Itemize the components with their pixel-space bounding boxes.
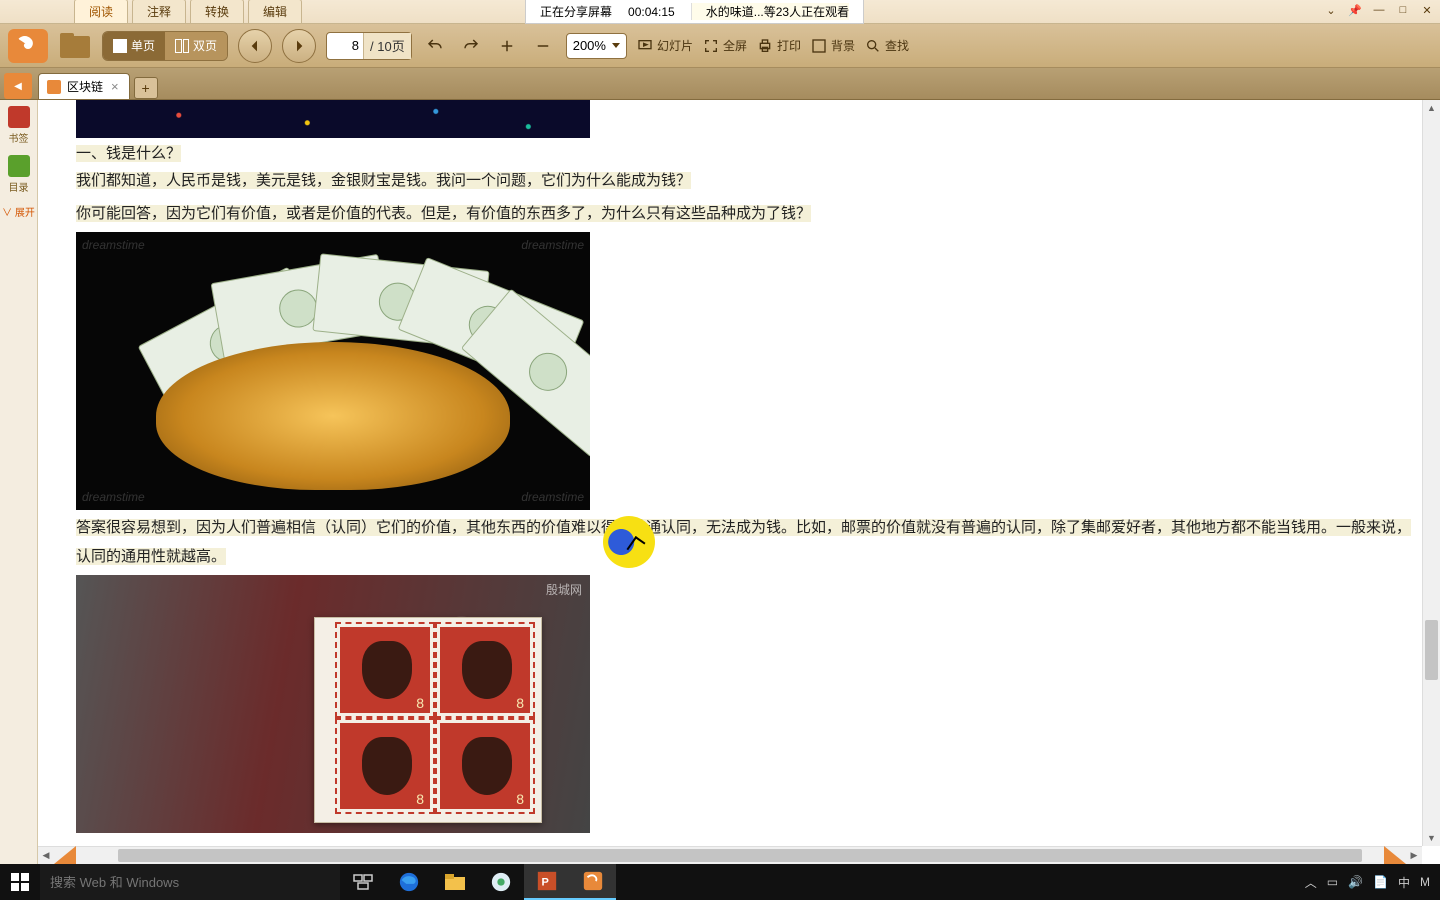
system-tray: ︿ ▭ 🔊 📄 中 M — [1295, 874, 1440, 891]
tray-chevron-icon[interactable]: ︿ — [1305, 874, 1317, 891]
zoom-select[interactable]: 200% — [566, 33, 627, 59]
document-viewport: 一、钱是什么？ 我们都知道，人民币是钱，美元是钱，金银财宝是钱。我问一个问题，它… — [38, 100, 1440, 864]
undo-icon[interactable] — [422, 33, 448, 59]
single-page-button[interactable]: 单页 — [103, 32, 165, 60]
toc-panel-button[interactable]: 目录 — [5, 155, 33, 194]
header-image — [76, 100, 590, 138]
new-tab-button[interactable]: + — [134, 77, 158, 99]
document-tab-bar: 区块链 × + — [0, 68, 1440, 100]
bookmark-icon — [8, 106, 30, 128]
taskbar-search-input[interactable] — [50, 875, 330, 890]
page-input[interactable] — [327, 38, 363, 53]
brand-icon[interactable]: M — [1420, 875, 1430, 889]
scroll-right-icon[interactable]: ▶ — [1406, 847, 1422, 864]
file-explorer-icon[interactable] — [432, 864, 478, 900]
horizontal-scrollbar[interactable]: ◀ ▶ — [38, 846, 1422, 864]
window-menu-icon[interactable]: ⌄ — [1322, 2, 1340, 18]
network-icon[interactable]: ▭ — [1327, 875, 1338, 889]
money-jewelry-image: dreamstime dreamstime dreamstime dreamst… — [76, 232, 590, 510]
scroll-left-icon[interactable]: ◀ — [38, 847, 54, 864]
menu-tab-read[interactable]: 阅读 — [74, 0, 128, 23]
pin-icon[interactable]: 📌 — [1346, 2, 1364, 18]
toc-icon — [8, 155, 30, 177]
bookmark-panel-button[interactable]: 书签 — [5, 106, 33, 145]
app-icon-1[interactable] — [478, 864, 524, 900]
close-tab-icon[interactable]: × — [109, 79, 121, 94]
document-tab-title: 区块链 — [67, 78, 103, 95]
view-mode-toggle: 单页 双页 — [102, 31, 228, 61]
open-file-icon[interactable] — [58, 32, 92, 60]
double-page-button[interactable]: 双页 — [165, 32, 227, 60]
start-button[interactable] — [0, 864, 40, 900]
share-status: 正在分享屏幕 — [540, 3, 612, 20]
svg-text:P: P — [542, 877, 549, 889]
page-number-box: / 10页 — [326, 32, 412, 60]
zoom-in-icon[interactable] — [494, 33, 520, 59]
prev-page-button[interactable] — [238, 29, 272, 63]
document-icon — [47, 80, 61, 94]
paragraph-2: 你可能回答，因为它们有价值，或者是价值的代表。但是，有价值的东西多了，为什么只有… — [76, 205, 811, 222]
stamp-image: 殷城网 — [76, 575, 590, 833]
share-timer: 00:04:15 — [628, 5, 675, 19]
collapse-sidebar-icon[interactable] — [4, 73, 32, 99]
image-watermark: 殷城网 — [546, 581, 582, 598]
powerpoint-icon[interactable]: P — [524, 864, 570, 900]
vertical-scrollbar[interactable]: ▲ ▼ — [1422, 100, 1440, 846]
page-content: 一、钱是什么？ 我们都知道，人民币是钱，美元是钱，金银财宝是钱。我问一个问题，它… — [38, 100, 1422, 833]
side-rail: 书签 目录 ∨ 展开 — [0, 100, 38, 864]
minimize-icon[interactable]: — — [1370, 2, 1388, 18]
ime-indicator[interactable]: 中 — [1398, 874, 1410, 891]
app-logo-icon[interactable] — [8, 29, 48, 63]
screen-share-banner: 正在分享屏幕 00:04:15 水的味道...等23人正在观看 — [525, 0, 864, 24]
menu-tab-edit[interactable]: 编辑 — [248, 0, 302, 23]
main-area: 书签 目录 ∨ 展开 一、钱是什么？ 我们都知道，人民币是钱，美元是钱，金银财宝… — [0, 100, 1440, 864]
next-page-button[interactable] — [282, 29, 316, 63]
windows-taskbar: P ︿ ▭ 🔊 📄 中 M — [0, 864, 1440, 900]
notes-icon[interactable]: 📄 — [1373, 875, 1388, 889]
menu-tab-annotate[interactable]: 注释 — [132, 0, 186, 23]
slideshow-button[interactable]: 幻灯片 — [637, 37, 693, 54]
vscroll-thumb[interactable] — [1425, 620, 1438, 680]
pdf-reader-icon[interactable] — [570, 864, 616, 900]
maximize-icon[interactable]: □ — [1394, 2, 1412, 18]
edge-icon[interactable] — [386, 864, 432, 900]
document-tab[interactable]: 区块链 × — [38, 73, 130, 99]
toolbar: 单页 双页 / 10页 200% 幻灯片 全屏 打印 背景 查找 — [0, 24, 1440, 68]
page-total: / 10页 — [363, 33, 411, 59]
menu-tab-convert[interactable]: 转换 — [190, 0, 244, 23]
background-button[interactable]: 背景 — [811, 37, 855, 54]
fullscreen-button[interactable]: 全屏 — [703, 37, 747, 54]
page-corner-left-icon[interactable] — [54, 846, 76, 864]
share-viewers: 水的味道...等23人正在观看 — [691, 3, 849, 20]
taskbar-search[interactable] — [40, 864, 340, 900]
window-controls: ⌄ 📌 — □ ✕ — [1322, 2, 1436, 18]
scroll-down-icon[interactable]: ▼ — [1423, 830, 1440, 846]
document-scroll[interactable]: 一、钱是什么？ 我们都知道，人民币是钱，美元是钱，金银财宝是钱。我问一个问题，它… — [38, 100, 1422, 846]
find-button[interactable]: 查找 — [865, 37, 909, 54]
page-corner-right-icon[interactable] — [1384, 846, 1406, 864]
print-button[interactable]: 打印 — [757, 37, 801, 54]
volume-icon[interactable]: 🔊 — [1348, 875, 1363, 889]
zoom-out-icon[interactable] — [530, 33, 556, 59]
close-icon[interactable]: ✕ — [1418, 2, 1436, 18]
expand-rail-button[interactable]: ∨ 展开 — [2, 204, 35, 219]
paragraph-1: 我们都知道，人民币是钱，美元是钱，金银财宝是钱。我问一个问题，它们为什么能成为钱… — [76, 172, 691, 189]
redo-icon[interactable] — [458, 33, 484, 59]
hscroll-thumb[interactable] — [118, 849, 1362, 862]
paragraph-3: 答案很容易想到，因为人们普遍相信（认同）它们的价值，其他东西的价值难以得到普通认… — [76, 519, 1411, 565]
scroll-up-icon[interactable]: ▲ — [1423, 100, 1440, 116]
section-heading: 一、钱是什么？ — [76, 145, 181, 162]
task-view-icon[interactable] — [340, 864, 386, 900]
